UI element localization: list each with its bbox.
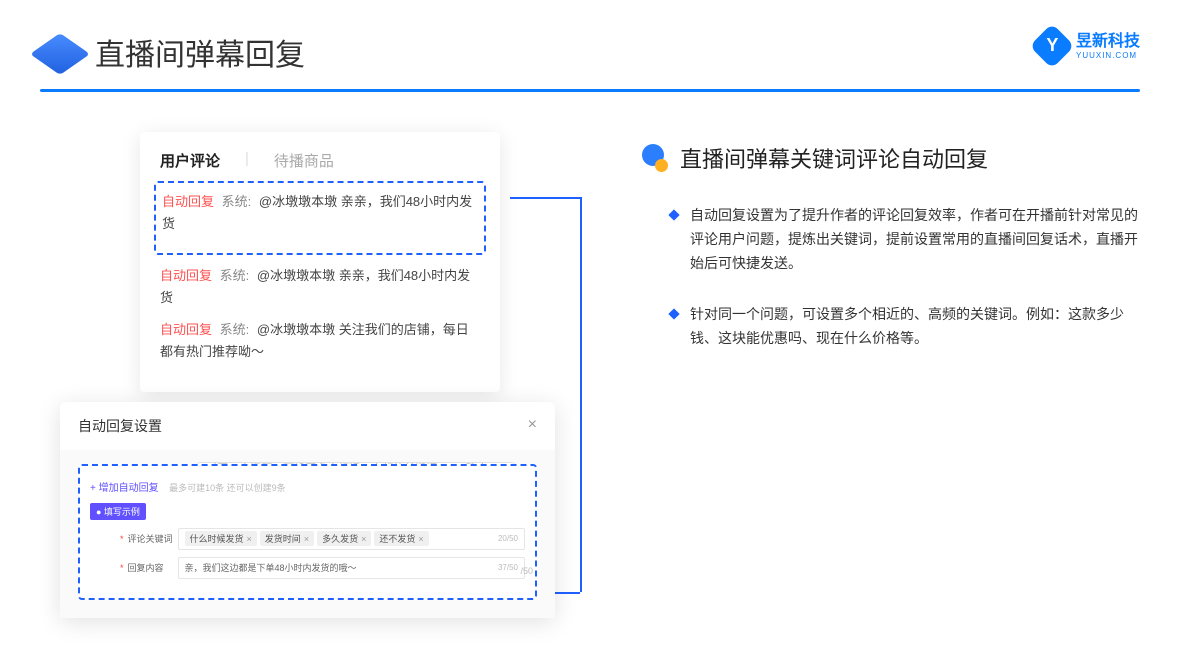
tag-chip[interactable]: 还不发货×: [374, 531, 428, 546]
tab-pending-goods[interactable]: 待播商品: [274, 150, 334, 171]
brand-logo: 昱新科技 YUUXIN.COM: [1036, 30, 1140, 62]
connector-line: [510, 197, 580, 199]
page-header: 直播间弹幕回复 昱新科技 YUUXIN.COM: [0, 0, 1180, 74]
bullet-item: 自动回复设置为了提升作者的评论回复效率，作者可在开播前针对常见的评论用户问题，提…: [640, 204, 1140, 275]
add-hint: 最多可建10条 还可以创建9条: [169, 483, 286, 493]
tab-divider: |: [245, 150, 249, 171]
connector-line: [580, 197, 582, 592]
brand-name: 昱新科技: [1076, 33, 1140, 50]
cube-icon: [40, 32, 80, 72]
example-box: + 增加自动回复 最多可建10条 还可以创建9条 ● 填写示例 * 评论关键词 …: [78, 464, 537, 600]
tab-user-comments[interactable]: 用户评论: [160, 150, 220, 171]
brand-icon: [1029, 23, 1074, 68]
add-auto-reply-link[interactable]: + 增加自动回复: [90, 479, 159, 494]
comment-row: 自动回复 系统: @冰墩墩本墩 亲亲，我们48小时内发货: [160, 265, 480, 309]
tag-chip[interactable]: 多久发货×: [317, 531, 371, 546]
tag-chip[interactable]: 发货时间×: [260, 531, 314, 546]
description-panel: 直播间弹幕关键词评论自动回复 自动回复设置为了提升作者的评论回复效率，作者可在开…: [640, 132, 1140, 618]
ex-content-label: 回复内容: [128, 561, 178, 574]
highlighted-comment: 自动回复 系统: @冰墩墩本墩 亲亲，我们48小时内发货: [154, 181, 486, 255]
ex-content-input[interactable]: 亲，我们这边都是下单48小时内发货的哦～ 37/50: [178, 557, 525, 579]
ex-keyword-label: 评论关键词: [128, 532, 178, 545]
comment-row: 自动回复 系统: @冰墩墩本墩 关注我们的店铺，每日都有热门推荐呦～: [160, 319, 480, 363]
tag-chip[interactable]: 什么时候发货×: [185, 531, 257, 546]
chat-bubble-icon: [640, 144, 668, 172]
diamond-icon: [668, 309, 679, 320]
modal-title: 自动回复设置: [78, 416, 162, 436]
ex-keyword-input[interactable]: 什么时候发货× 发货时间× 多久发货× 还不发货× 20/50: [178, 528, 525, 550]
auto-reply-settings-modal: 自动回复设置 × ⋮⋮ 1 * 评论关键词 对同一个问题，可设置多个相近、高频的…: [60, 402, 555, 618]
extra-counter: /50: [520, 566, 533, 576]
brand-domain: YUUXIN.COM: [1076, 51, 1140, 60]
diamond-icon: [668, 209, 679, 220]
screenshot-panel: 用户评论 | 待播商品 自动回复 系统: @冰墩墩本墩 亲亲，我们48小时内发货…: [60, 132, 560, 618]
comment-card: 用户评论 | 待播商品 自动回复 系统: @冰墩墩本墩 亲亲，我们48小时内发货…: [140, 132, 500, 392]
bullet-item: 针对同一个问题，可设置多个相近的、高频的关键词。例如：这款多少钱、这块能优惠吗、…: [640, 303, 1140, 351]
page-title: 直播间弹幕回复: [95, 30, 305, 74]
example-badge: ● 填写示例: [90, 503, 146, 520]
close-icon[interactable]: ×: [528, 416, 537, 436]
comment-row: 自动回复 系统: @冰墩墩本墩 亲亲，我们48小时内发货: [162, 191, 478, 235]
section-title: 直播间弹幕关键词评论自动回复: [680, 142, 988, 174]
